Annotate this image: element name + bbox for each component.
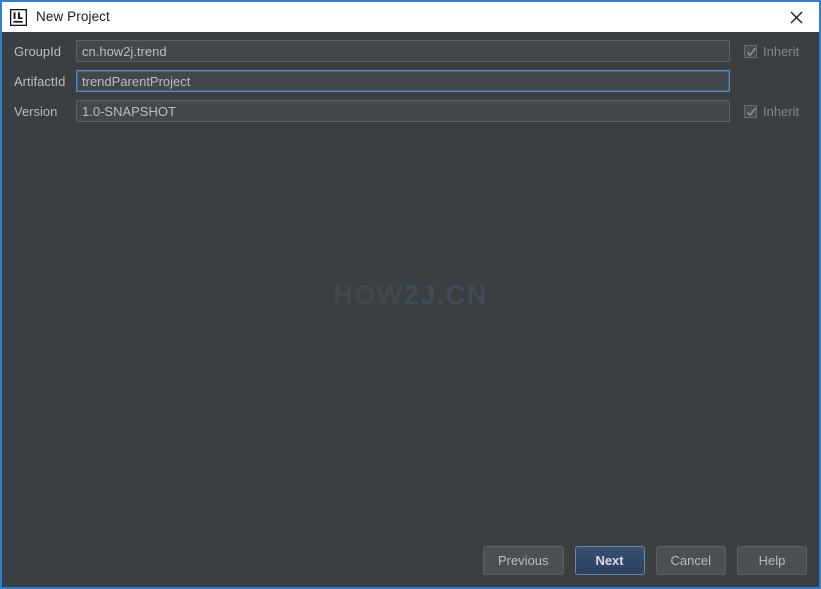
artifactid-label: ArtifactId xyxy=(14,75,76,88)
form-row-version: Version Inherit xyxy=(2,100,819,122)
version-label: Version xyxy=(14,105,76,118)
title-bar: New Project xyxy=(2,2,819,32)
checkbox-checked-icon xyxy=(744,45,757,58)
version-inherit-label: Inherit xyxy=(763,105,799,118)
groupid-input[interactable] xyxy=(76,40,730,62)
help-button[interactable]: Help xyxy=(737,546,807,575)
groupid-label: GroupId xyxy=(14,45,76,58)
form-row-artifactid: ArtifactId xyxy=(2,70,819,92)
dialog-button-bar: Previous Next Cancel Help xyxy=(483,546,807,575)
groupid-inherit-checkbox[interactable]: Inherit xyxy=(744,45,799,58)
watermark-part-1: HOW xyxy=(333,280,403,310)
window-title: New Project xyxy=(36,10,110,24)
cancel-button[interactable]: Cancel xyxy=(656,546,726,575)
groupid-inherit-label: Inherit xyxy=(763,45,799,58)
artifactid-input[interactable] xyxy=(76,70,730,92)
version-inherit-checkbox[interactable]: Inherit xyxy=(744,105,799,118)
intellij-idea-icon xyxy=(10,9,27,26)
maven-coordinates-form: GroupId Inherit ArtifactId Vers xyxy=(2,40,819,130)
form-row-groupid: GroupId Inherit xyxy=(2,40,819,62)
close-icon[interactable] xyxy=(774,2,819,32)
previous-button[interactable]: Previous xyxy=(483,546,564,575)
new-project-dialog: New Project GroupId Inherit xyxy=(0,0,821,589)
next-button[interactable]: Next xyxy=(575,546,645,575)
checkbox-checked-icon xyxy=(744,105,757,118)
dialog-body: GroupId Inherit ArtifactId Vers xyxy=(2,32,819,587)
watermark-part-2: 2J.CN xyxy=(404,280,488,310)
version-input[interactable] xyxy=(76,100,730,122)
watermark: HOW2J.CN xyxy=(2,280,819,311)
